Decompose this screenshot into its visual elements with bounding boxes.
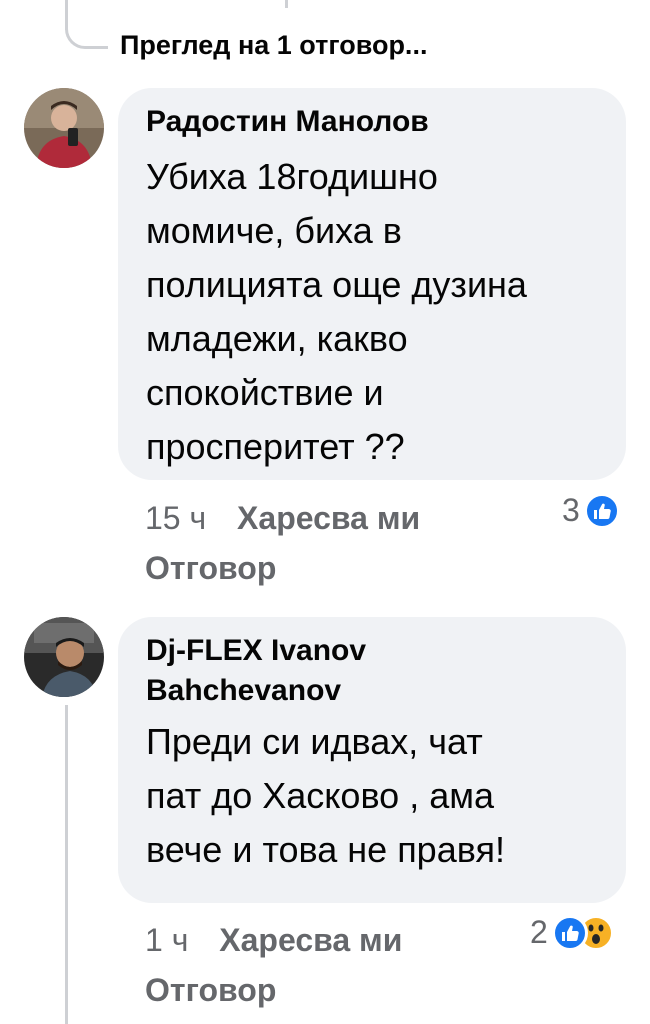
thread-line-bottom <box>65 705 68 1024</box>
like-button[interactable]: Харесва ми <box>219 922 402 958</box>
comment-meta: 15 ч Харесва ми <box>145 500 420 537</box>
thread-tick <box>285 0 288 8</box>
comment-author[interactable]: Радостин Манолов <box>146 102 600 142</box>
comment-text: Убиха 18годишно момиче, биха в полицията… <box>146 156 527 467</box>
view-replies-link[interactable]: Преглед на 1 отговор... <box>120 30 427 62</box>
reaction-count: 3 <box>562 492 580 528</box>
avatar[interactable] <box>24 617 104 697</box>
reply-button[interactable]: Отговор <box>145 550 276 587</box>
comment-author[interactable]: Dj-FLEX Ivanov Bahchevanov <box>146 631 600 711</box>
avatar[interactable] <box>24 88 104 168</box>
reply-button[interactable]: Отговор <box>145 972 276 1009</box>
like-button[interactable]: Харесва ми <box>237 500 420 536</box>
comment-bubble: Радостин Манолов Убиха 18годишно момиче,… <box>118 88 626 480</box>
like-icon <box>551 914 588 951</box>
reaction-count: 2 <box>530 914 548 950</box>
comment-timestamp[interactable]: 1 ч <box>145 922 188 958</box>
comment-meta: 1 ч Харесва ми <box>145 922 402 959</box>
avatar-image <box>24 617 104 697</box>
avatar-image <box>24 88 104 168</box>
reaction-summary[interactable]: 2 <box>530 914 614 951</box>
like-icon <box>583 492 620 529</box>
comment-timestamp[interactable]: 15 ч <box>145 500 206 536</box>
comment-text: Преди си идвах, чат пат до Хасково , ама… <box>146 721 505 870</box>
comment-bubble: Dj-FLEX Ivanov Bahchevanov Преди си идва… <box>118 617 626 903</box>
reaction-summary[interactable]: 3 <box>562 492 620 529</box>
thread-curve <box>65 10 108 49</box>
